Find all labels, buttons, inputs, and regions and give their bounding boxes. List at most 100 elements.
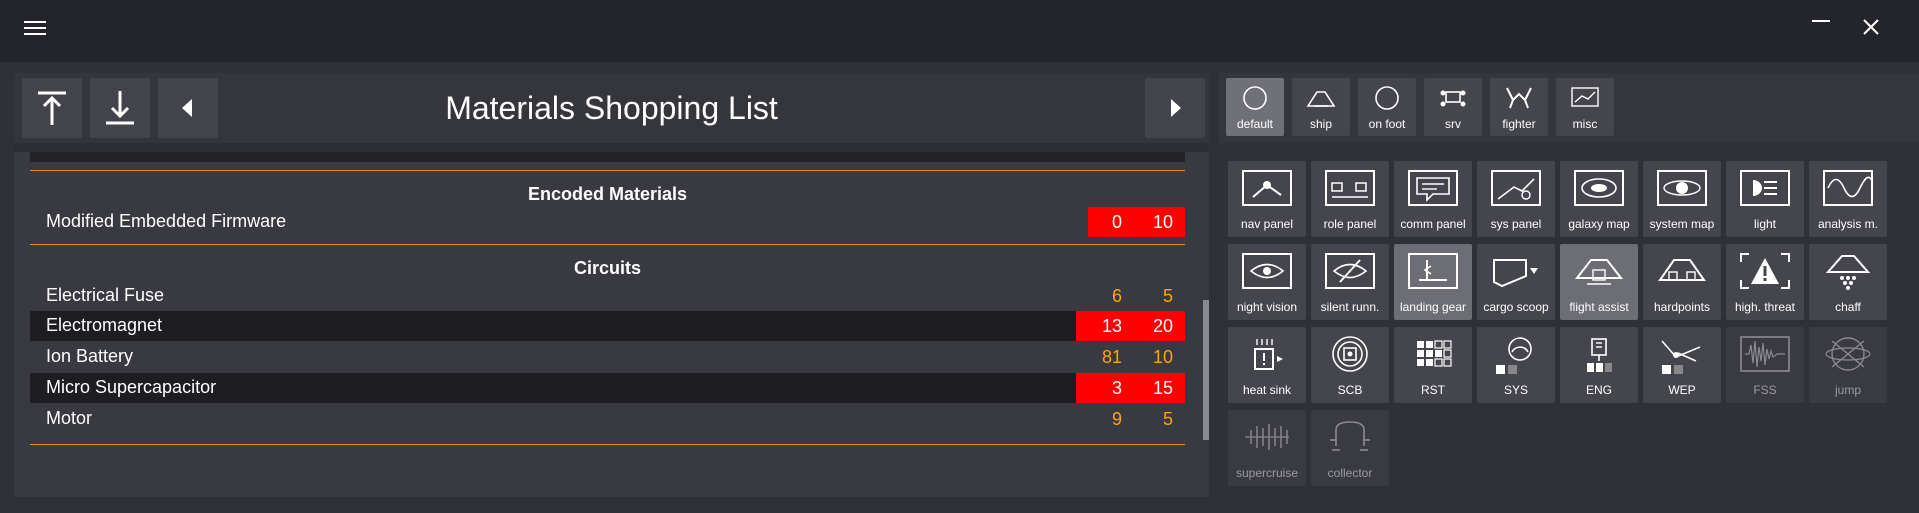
tab-misc[interactable]: misc: [1556, 78, 1614, 136]
list-scrollbar[interactable]: [1203, 300, 1209, 440]
tab-srv[interactable]: srv: [1424, 78, 1482, 136]
tab-label: srv: [1445, 117, 1461, 131]
tab-label: misc: [1572, 117, 1598, 131]
night-vision-button[interactable]: night vision: [1228, 244, 1306, 320]
silent-running-button[interactable]: silent runn.: [1311, 244, 1389, 320]
nav-panel-icon: [1242, 170, 1292, 206]
tab-ship[interactable]: ship: [1292, 78, 1350, 136]
need-count: 15: [1152, 378, 1173, 398]
close-icon[interactable]: [1858, 14, 1884, 40]
landing-gear-button[interactable]: landing gear: [1394, 244, 1472, 320]
action-label: comm panel: [1400, 217, 1466, 231]
flight-assist-button[interactable]: flight assist: [1560, 244, 1638, 320]
heat-sink-icon: [1254, 339, 1283, 370]
galaxy-map-button[interactable]: galaxy map: [1560, 161, 1638, 237]
upload-top-button[interactable]: [22, 78, 82, 138]
hardpoints-button[interactable]: hardpoints: [1643, 244, 1721, 320]
role-panel-button[interactable]: role panel: [1311, 161, 1389, 237]
hamburger-menu-icon[interactable]: [24, 21, 46, 39]
tab-on-foot[interactable]: on foot: [1358, 78, 1416, 136]
sys-button[interactable]: SYS: [1477, 327, 1555, 403]
hardpoints-icon: [1658, 259, 1706, 281]
material-name: Modified Embedded Firmware: [46, 211, 287, 231]
sys-icon: [1496, 337, 1532, 374]
action-label: role panel: [1323, 217, 1377, 231]
action-label: collector: [1327, 466, 1373, 480]
table-row[interactable]: Electromagnet 13 20: [30, 311, 1185, 341]
action-label: ENG: [1585, 383, 1612, 397]
action-label: FSS: [1753, 383, 1777, 397]
table-row[interactable]: Modified Embedded Firmware 0 10: [30, 207, 1185, 237]
eng-button[interactable]: ENG: [1560, 327, 1638, 403]
cargo-scoop-button[interactable]: cargo scoop: [1477, 244, 1555, 320]
action-label: system map: [1649, 217, 1715, 231]
jump-button[interactable]: jump: [1809, 327, 1887, 403]
action-label: RST: [1421, 383, 1445, 397]
previous-button[interactable]: [158, 78, 218, 138]
role-panel-icon: [1325, 170, 1375, 206]
material-name: Electrical Fuse: [46, 285, 165, 305]
rst-button[interactable]: RST: [1394, 327, 1472, 403]
high-threat-button[interactable]: high. threat: [1726, 244, 1804, 320]
arrow-left-icon: [182, 99, 192, 117]
heat-sink-button[interactable]: heat sink: [1228, 327, 1306, 403]
action-label: nav panel: [1240, 217, 1294, 231]
nav-panel-button[interactable]: nav panel: [1228, 161, 1306, 237]
action-label: analysis m.: [1817, 217, 1879, 231]
supercruise-button[interactable]: supercruise: [1228, 410, 1306, 486]
have-count: 0: [1111, 212, 1122, 232]
collector-button[interactable]: collector: [1311, 410, 1389, 486]
category-tabs: default ship on foot srv fighter misc: [1219, 73, 1919, 143]
action-label: night vision: [1236, 300, 1298, 314]
title-bar: [0, 0, 1919, 62]
action-label: flight assist: [1569, 300, 1629, 314]
action-label: light: [1753, 217, 1776, 231]
table-row[interactable]: Micro Supercapacitor 3 15: [30, 373, 1185, 403]
fighter-icon: [1506, 87, 1532, 109]
need-count: 10: [1152, 212, 1173, 232]
system-map-button[interactable]: system map: [1643, 161, 1721, 237]
table-row[interactable]: Ion Battery 81 10: [30, 342, 1185, 372]
sys-panel-icon: [1491, 170, 1541, 206]
tab-label: on foot: [1368, 117, 1406, 131]
tab-default[interactable]: default: [1226, 78, 1284, 136]
fss-button[interactable]: FSS: [1726, 327, 1804, 403]
action-label: SCB: [1337, 383, 1363, 397]
action-label: SYS: [1503, 383, 1528, 397]
table-row[interactable]: Electrical Fuse 6 5: [30, 281, 1185, 311]
supercruise-icon: [1245, 424, 1289, 450]
need-count: 20: [1152, 316, 1173, 336]
have-count: 81: [1101, 347, 1122, 367]
system-map-icon: [1657, 170, 1707, 206]
wep-button[interactable]: WEP: [1643, 327, 1721, 403]
action-label: sys panel: [1490, 217, 1542, 231]
action-label: heat sink: [1242, 383, 1292, 397]
circle-icon: [1243, 86, 1267, 110]
action-label: silent runn.: [1320, 300, 1380, 314]
cargo-scoop-icon: [1493, 259, 1538, 288]
have-count: 3: [1111, 378, 1122, 398]
next-button[interactable]: [1145, 78, 1205, 138]
minimize-icon[interactable]: [1812, 20, 1830, 22]
chaff-button[interactable]: chaff: [1809, 244, 1887, 320]
comm-panel-icon: [1408, 170, 1458, 206]
download-bottom-icon: [106, 91, 134, 125]
action-label: hardpoints: [1653, 300, 1711, 314]
sys-panel-button[interactable]: sys panel: [1477, 161, 1555, 237]
action-label: high. threat: [1734, 300, 1796, 314]
comm-panel-button[interactable]: comm panel: [1394, 161, 1472, 237]
light-icon: [1740, 170, 1790, 206]
light-button[interactable]: light: [1726, 161, 1804, 237]
action-label: chaff: [1835, 300, 1861, 314]
tab-label: ship: [1309, 117, 1332, 131]
have-count: 13: [1101, 316, 1122, 336]
download-bottom-button[interactable]: [90, 78, 150, 138]
tab-fighter[interactable]: fighter: [1490, 78, 1548, 136]
table-row[interactable]: Motor 9 5: [30, 404, 1185, 434]
analysis-mode-button[interactable]: analysis m.: [1809, 161, 1887, 237]
scb-button[interactable]: SCB: [1311, 327, 1389, 403]
materials-list[interactable]: Encoded Materials Modified Embedded Firm…: [14, 152, 1209, 497]
analysis-mode-icon: [1823, 170, 1873, 206]
night-vision-icon: [1242, 253, 1292, 289]
section-divider: [30, 444, 1185, 445]
